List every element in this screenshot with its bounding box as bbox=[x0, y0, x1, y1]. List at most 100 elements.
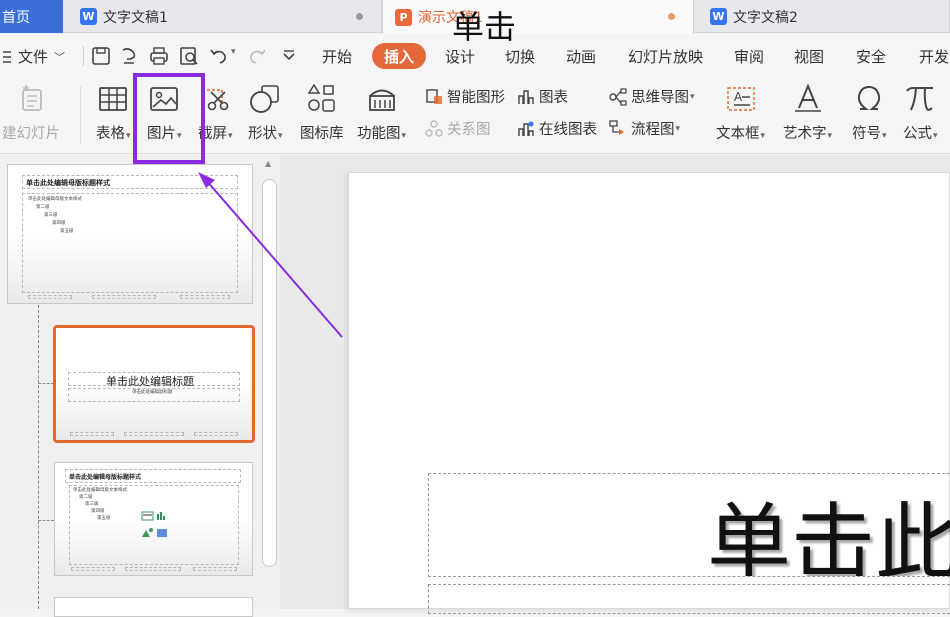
export-icon[interactable] bbox=[118, 45, 140, 67]
mind-map-icon bbox=[609, 87, 627, 106]
undo-icon[interactable] bbox=[208, 45, 230, 67]
wordart-label: 艺术字 bbox=[783, 126, 827, 142]
thumbnail-master-text: 单击此处编辑母版文本样式 bbox=[28, 197, 82, 202]
smart-art-label: 智能图形 bbox=[447, 90, 505, 106]
table-label: 表格 bbox=[96, 126, 125, 142]
tab-document-2-label: 文字文稿2 bbox=[733, 9, 798, 26]
shape-label: 形状 bbox=[248, 126, 277, 142]
shapes-icon bbox=[250, 85, 280, 113]
icon-library-icon bbox=[307, 83, 335, 112]
menu-developer[interactable]: 开发 bbox=[919, 46, 949, 67]
new-slide-icon bbox=[22, 85, 42, 111]
caret-down-icon: ▾ bbox=[126, 131, 131, 141]
smart-art-button[interactable]: 智能图形 bbox=[424, 86, 505, 107]
undo-dropdown-icon[interactable]: ▾ bbox=[231, 47, 236, 57]
thumbnail-content-text: 单击此处编辑母版文本样式 bbox=[73, 488, 127, 493]
thumbnail-content-layout[interactable]: 单击此处编辑母版标题样式 单击此处编辑母版文本样式 第二级 第三级 第四级 第五… bbox=[54, 462, 253, 576]
thumbnail-level-3: 第三级 bbox=[44, 213, 58, 218]
svg-text:A: A bbox=[734, 90, 743, 104]
thumbnail-title-layout-subtitle: 单击此处编辑副标题 bbox=[132, 390, 173, 395]
online-chart-button[interactable]: 在线图表 bbox=[516, 118, 597, 139]
menu-transition[interactable]: 切换 bbox=[505, 46, 535, 67]
symbol-label: 符号 bbox=[852, 126, 881, 142]
chart-label: 图表 bbox=[539, 90, 568, 106]
slide-subtitle-text: 单击 bbox=[452, 8, 517, 46]
divider bbox=[80, 86, 81, 144]
print-icon[interactable] bbox=[148, 45, 170, 67]
bar-chart-icon bbox=[518, 89, 534, 104]
content-placeholder-icons bbox=[141, 511, 167, 537]
flowchart-label: 流程图 bbox=[631, 122, 675, 138]
menu-slideshow[interactable]: 幻灯片放映 bbox=[628, 46, 703, 67]
file-menu-label: 文件 bbox=[18, 48, 49, 66]
slide-title-text: 单击此 bbox=[707, 494, 950, 577]
menu-design[interactable]: 设计 bbox=[445, 46, 475, 67]
formula-label: 公式 bbox=[903, 126, 932, 142]
textbox-label: 文本框 bbox=[716, 126, 760, 142]
icon-library-button[interactable]: 图标库 bbox=[300, 82, 344, 143]
file-menu[interactable]: 文件 ﹀ bbox=[2, 46, 65, 67]
customize-toolbar-icon[interactable] bbox=[278, 45, 300, 67]
menu-start[interactable]: 开始 bbox=[322, 46, 352, 67]
function-chart-button[interactable]: 功能图▾ bbox=[357, 82, 406, 143]
menu-security[interactable]: 安全 bbox=[856, 46, 886, 67]
online-chart-icon bbox=[518, 121, 534, 136]
print-preview-icon[interactable] bbox=[178, 45, 200, 67]
tab-presentation-1[interactable]: P 演示文稿1 bbox=[382, 0, 694, 34]
shape-button[interactable]: 形状▾ bbox=[248, 82, 283, 143]
mind-map-button[interactable]: 思维导图 ▾ bbox=[608, 86, 695, 107]
layout-connector-line bbox=[38, 305, 39, 609]
flowchart-button[interactable]: 流程图 ▾ bbox=[608, 118, 680, 139]
caret-down-icon: ▾ bbox=[933, 131, 938, 141]
symbol-button[interactable]: 符号▾ bbox=[852, 82, 887, 143]
pi-icon bbox=[906, 87, 934, 111]
menu-review[interactable]: 审阅 bbox=[734, 46, 764, 67]
tab-document-1-label: 文字文稿1 bbox=[103, 9, 168, 26]
thumbnail-content-title: 单击此处编辑母版标题样式 bbox=[69, 474, 142, 481]
online-chart-label: 在线图表 bbox=[539, 122, 597, 138]
icon-library-label: 图标库 bbox=[300, 126, 344, 142]
textbox-icon: A bbox=[726, 87, 755, 111]
thumbnail-level-3: 第三级 bbox=[85, 502, 99, 507]
thumbnail-title-layout[interactable]: 单击此处编辑标题 单击此处编辑副标题 bbox=[53, 325, 255, 443]
formula-button[interactable]: 公式▾ bbox=[903, 82, 938, 143]
tab-home[interactable]: 首页 bbox=[0, 0, 63, 33]
chart-button[interactable]: 图表 bbox=[516, 86, 568, 107]
thumbnail-level-4: 第四级 bbox=[52, 221, 66, 226]
textbox-button[interactable]: A 文本框▾ bbox=[716, 82, 765, 143]
new-slide-button[interactable]: 建幻灯片 bbox=[2, 82, 60, 143]
tab-document-1[interactable]: W 文字文稿1 bbox=[64, 0, 382, 33]
tab-document-2[interactable]: W 文字文稿2 bbox=[694, 0, 950, 33]
menu-view[interactable]: 视图 bbox=[794, 46, 824, 67]
relation-chart-button[interactable]: 关系图 bbox=[424, 118, 491, 139]
slide-subtitle-placeholder[interactable] bbox=[428, 584, 950, 614]
thumbnail-title-layout-title: 单击此处编辑标题 bbox=[106, 375, 194, 388]
caret-down-icon: ▾ bbox=[760, 131, 766, 141]
thumbnail-slide-master[interactable]: 单击此处编辑母版标题样式 单击此处编辑母版文本样式 第二级 第三级 第四级 第五… bbox=[7, 164, 253, 304]
thumbnail-level-4: 第四级 bbox=[91, 509, 105, 514]
hamburger-icon bbox=[3, 50, 11, 63]
scroll-up-arrow-icon[interactable]: ▲ bbox=[265, 159, 271, 168]
writer-doc-icon: W bbox=[80, 8, 97, 25]
caret-down-icon: ▾ bbox=[882, 131, 887, 141]
save-icon[interactable] bbox=[90, 45, 112, 67]
picture-highlight-box bbox=[133, 73, 205, 164]
table-button[interactable]: 表格▾ bbox=[96, 82, 131, 143]
wordart-button[interactable]: 艺术字▾ bbox=[783, 82, 832, 143]
caret-down-icon: ▾ bbox=[690, 91, 695, 102]
menu-animation[interactable]: 动画 bbox=[566, 46, 596, 67]
mind-map-label: 思维导图 bbox=[631, 90, 689, 106]
slide-title-placeholder[interactable]: 单击此 bbox=[428, 473, 950, 577]
thumbnail-scrollbar-thumb[interactable] bbox=[262, 179, 277, 567]
presentation-icon: P bbox=[395, 8, 412, 26]
menu-insert[interactable]: 插入 bbox=[372, 43, 426, 69]
thumbnail-level-2: 第二级 bbox=[36, 205, 50, 210]
redo-icon[interactable] bbox=[246, 45, 268, 67]
thumbnail-level-2: 第二级 bbox=[79, 495, 93, 500]
caret-down-icon: ▾ bbox=[675, 123, 681, 134]
flowchart-icon bbox=[609, 119, 624, 135]
thumbnail-level-5: 第五级 bbox=[97, 516, 111, 521]
chevron-down-icon: ﹀ bbox=[54, 50, 66, 64]
thumbnail-next-layout[interactable] bbox=[54, 597, 253, 617]
caret-down-icon: ▾ bbox=[228, 131, 233, 141]
